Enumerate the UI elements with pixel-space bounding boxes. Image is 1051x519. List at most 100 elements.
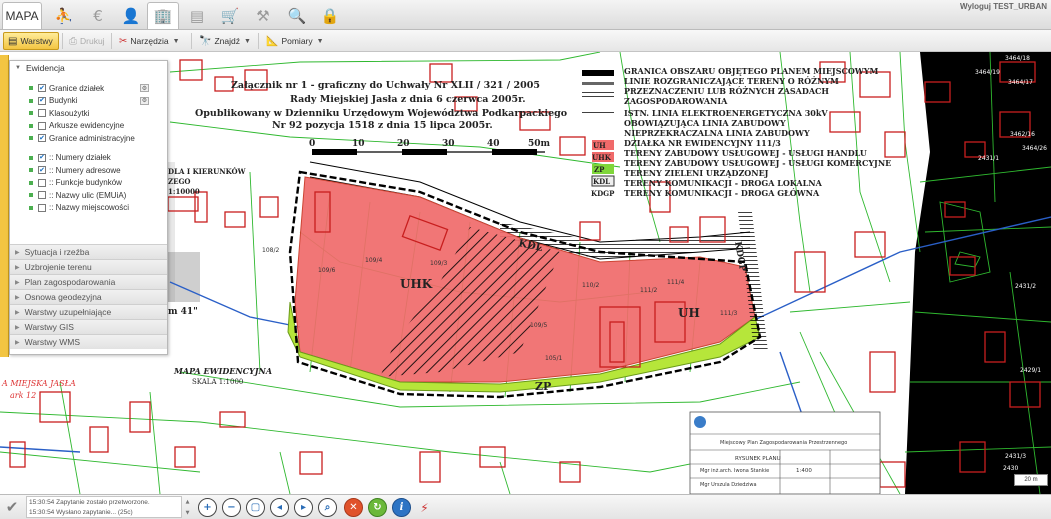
label-funkcje-budynkow[interactable]: :: Funkcje budynków — [10, 177, 167, 190]
zoom-window-button[interactable]: ⌕ — [318, 498, 337, 517]
layer-label: :: Nazwy miejscowości — [49, 203, 130, 213]
svg-text:Nr 92 pozycja 1518 z dnia 15 l: Nr 92 pozycja 1518 z dnia 15 lipca 2005r… — [272, 120, 493, 131]
gear-icon[interactable]: ⚙ — [140, 84, 149, 92]
svg-text:TERENY KOMUNIKACJI - DROGA LOK: TERENY KOMUNIKACJI - DROGA LOKALNA — [624, 178, 823, 188]
zoom-next-button[interactable]: ▸ — [294, 498, 313, 517]
layer-klasouzytki[interactable]: Klasoużytki — [10, 107, 167, 120]
svg-text:NIEPRZEKRACZALNA LINIA ZABUDOW: NIEPRZEKRACZALNA LINIA ZABUDOWY — [624, 128, 810, 138]
stop-icon: ✕ — [349, 502, 358, 513]
binoculars-icon: 🔭 — [199, 35, 212, 47]
group-gis[interactable]: ▶ Warstwy GIS — [10, 319, 167, 334]
layer-label: Budynki — [49, 96, 78, 106]
svg-text:109/6: 109/6 — [318, 267, 335, 274]
layer-granice-admin[interactable]: ✔ Granice administracyjne — [10, 132, 167, 145]
svg-text:109/4: 109/4 — [365, 257, 382, 264]
printer-icon: ⎙ — [69, 35, 77, 47]
label-numery-adresowe[interactable]: ✔ :: Numery adresowe — [10, 164, 167, 177]
gavel-icon[interactable]: ⚒ — [247, 2, 279, 29]
status-log[interactable]: 15:30:54 Zapytanie zostało przetworzone.… — [26, 496, 182, 518]
svg-text:ZP: ZP — [594, 165, 605, 174]
info-button[interactable]: i — [392, 498, 411, 517]
layer-label: Granice administracyjne — [49, 133, 135, 143]
layer-checkbox[interactable]: ✔ — [38, 84, 46, 93]
layer-checkbox[interactable]: ✔ — [38, 153, 46, 162]
zoom-extent-button[interactable]: ▢ — [246, 498, 265, 517]
svg-text:Mgr Urszula Dziedziwa: Mgr Urszula Dziedziwa — [700, 482, 757, 488]
layers-button[interactable]: ▤ Warstwy — [3, 32, 59, 50]
group-wms[interactable]: ▶ Warstwy WMS — [10, 334, 167, 349]
magnifier-icon[interactable]: 🔍 — [281, 2, 313, 29]
layer-checkbox[interactable]: ✔ — [38, 134, 46, 143]
layer-checkbox[interactable]: ✔ — [38, 96, 46, 105]
svg-text:ark 12: ark 12 — [10, 391, 36, 400]
triangle-right-icon: ▶ — [15, 294, 20, 301]
layers-panel-handle[interactable] — [0, 55, 9, 357]
layer-budynki[interactable]: ✔ Budynki ⚙ — [10, 95, 167, 108]
toolbar-separator — [62, 33, 63, 49]
label-numery-dzialek[interactable]: ✔ :: Numery działek — [10, 152, 167, 165]
group-plan[interactable]: ▶ Plan zagospodarowania — [10, 274, 167, 289]
status-log-scroll[interactable]: ▲ ▼ — [183, 496, 192, 518]
print-button[interactable]: ⎙ Drukuj — [64, 32, 110, 50]
svg-text:UH: UH — [678, 306, 700, 320]
layer-granice-dzialek[interactable]: ✔ Granice działek ⚙ — [10, 82, 167, 95]
svg-text:2431/2: 2431/2 — [1015, 283, 1036, 290]
buildings-icon[interactable]: 🏢 — [147, 2, 179, 29]
svg-text:UH: UH — [593, 141, 606, 150]
svg-text:KDGP: KDGP — [591, 189, 615, 198]
svg-text:2430: 2430 — [1003, 465, 1018, 472]
svg-text:ZAGOSPODAROWANIA: ZAGOSPODAROWANIA — [624, 96, 728, 106]
layer-checkbox[interactable]: ✔ — [38, 166, 46, 175]
group-label: Osnowa geodezyjna — [24, 292, 102, 302]
svg-text:30: 30 — [442, 139, 455, 149]
group-uzupelniajace[interactable]: ▶ Warstwy uzupełniające — [10, 304, 167, 319]
euro-icon[interactable]: € — [82, 2, 114, 29]
svg-text:LINIE ROZGRANICZAJĄCE TERENY O: LINIE ROZGRANICZAJĄCE TERENY O RÓŻNYM — [624, 76, 839, 86]
layer-checkbox[interactable] — [38, 178, 46, 187]
measure-button[interactable]: 📐 Pomiary ▼ — [261, 32, 329, 50]
document-icon[interactable]: ▤ — [181, 2, 213, 29]
label-nazwy-ulic[interactable]: :: Nazwy ulic (EMUiA) — [10, 189, 167, 202]
refresh-button[interactable]: ↻ — [368, 498, 387, 517]
zoom-out-icon: − — [227, 502, 236, 513]
group-sytuacja[interactable]: ▶ Sytuacja i rzeźba — [10, 244, 167, 259]
group-uzbrojenie[interactable]: ▶ Uzbrojenie terenu — [10, 259, 167, 274]
measure-tool-button[interactable]: ⚡ — [415, 498, 434, 517]
cart-icon[interactable]: 🛒 — [214, 2, 246, 29]
layer-dot — [29, 98, 33, 103]
zoom-out-button[interactable]: − — [222, 498, 241, 517]
zoom-in-button[interactable]: + — [198, 498, 217, 517]
zoom-previous-button[interactable]: ◂ — [270, 498, 289, 517]
group-osnowa[interactable]: ▶ Osnowa geodezyjna — [10, 289, 167, 304]
map-scale-bar — [312, 149, 545, 155]
label-nazwy-miejscowosci[interactable]: :: Nazwy miejscowości — [10, 202, 167, 215]
layer-dot — [29, 136, 33, 141]
layer-checkbox[interactable] — [38, 191, 46, 200]
tools-button[interactable]: ✂ Narzędzia ▼ — [114, 32, 185, 50]
svg-text:50m: 50m — [528, 139, 551, 149]
stop-button[interactable]: ✕ — [344, 498, 363, 517]
logout-link[interactable]: Wyloguj TEST_URBAN — [960, 2, 1047, 11]
tab-mapa[interactable]: MAPA — [2, 2, 42, 29]
lock-icon[interactable]: 🔒 — [314, 2, 346, 29]
svg-text:110/2: 110/2 — [582, 282, 599, 289]
status-message: 15:30:54 Wysłano zapytanie... (25c) — [29, 509, 133, 516]
svg-text:2429/1: 2429/1 — [1020, 367, 1041, 374]
layer-label: Klasoużytki — [49, 108, 90, 118]
triangle-right-icon: ▶ — [15, 279, 20, 286]
layer-arkusze[interactable]: Arkusze ewidencyjne — [10, 120, 167, 133]
hiker-icon[interactable]: ⛹ — [48, 2, 80, 29]
plan-stamp: Miejscowy Plan Zagospodarowania Przestrz… — [689, 411, 881, 494]
gear-icon[interactable]: ⚙ — [140, 96, 149, 105]
layer-checkbox[interactable] — [38, 203, 46, 212]
svg-text:3464/17: 3464/17 — [1008, 79, 1033, 86]
group-ewidencja-label: Ewidencja — [25, 63, 65, 73]
layer-checkbox[interactable] — [38, 109, 46, 118]
person-icon[interactable]: 👤 — [115, 2, 147, 29]
svg-text:A MIEJSKA JASŁA: A MIEJSKA JASŁA — [1, 379, 76, 388]
find-button[interactable]: 🔭 Znajdź ▼ — [194, 32, 256, 50]
svg-text:OBOWIĄZUJĄCA LINIA ZABUDOWY: OBOWIĄZUJĄCA LINIA ZABUDOWY — [624, 118, 786, 128]
svg-text:TERENY ZIELENI URZĄDZONEJ: TERENY ZIELENI URZĄDZONEJ — [624, 168, 769, 178]
layer-checkbox[interactable] — [38, 121, 46, 130]
group-ewidencja[interactable]: ▼ Ewidencja — [10, 61, 167, 75]
